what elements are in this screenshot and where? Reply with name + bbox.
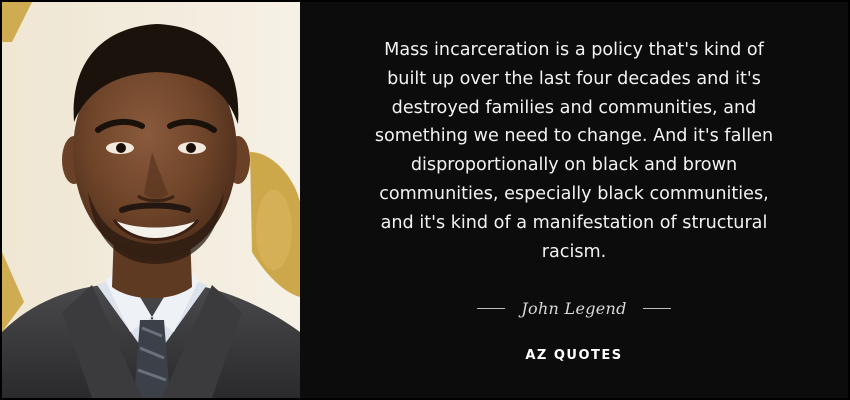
quote-text: Mass incarceration is a policy that's ki…: [330, 36, 818, 266]
brand-logo: AZ QUOTES: [525, 348, 623, 363]
author-name[interactable]: John Legend: [521, 299, 626, 318]
quote-line: and it's kind of a manifestation of stru…: [380, 212, 768, 233]
author-photo: [2, 2, 300, 398]
quote-line: something we need to change. And it's fa…: [374, 126, 774, 147]
quote-line: Mass incarceration is a policy that's ki…: [384, 40, 764, 60]
author-attribution: John Legend: [300, 294, 848, 322]
quote-line: racism.: [541, 241, 607, 262]
left-divider: [477, 307, 506, 309]
quote-card: Mass incarceration is a policy that's ki…: [0, 0, 850, 400]
quote-line: destroyed families and communities, and: [391, 97, 757, 118]
quote-line: communities, especially black communitie…: [379, 183, 769, 204]
quote-line: disproportionally on black and brown: [410, 155, 738, 176]
quote-panel: Mass incarceration is a policy that's ki…: [300, 2, 848, 398]
quote-line: built up over the last four decades and …: [387, 68, 761, 89]
right-divider: [642, 307, 671, 309]
